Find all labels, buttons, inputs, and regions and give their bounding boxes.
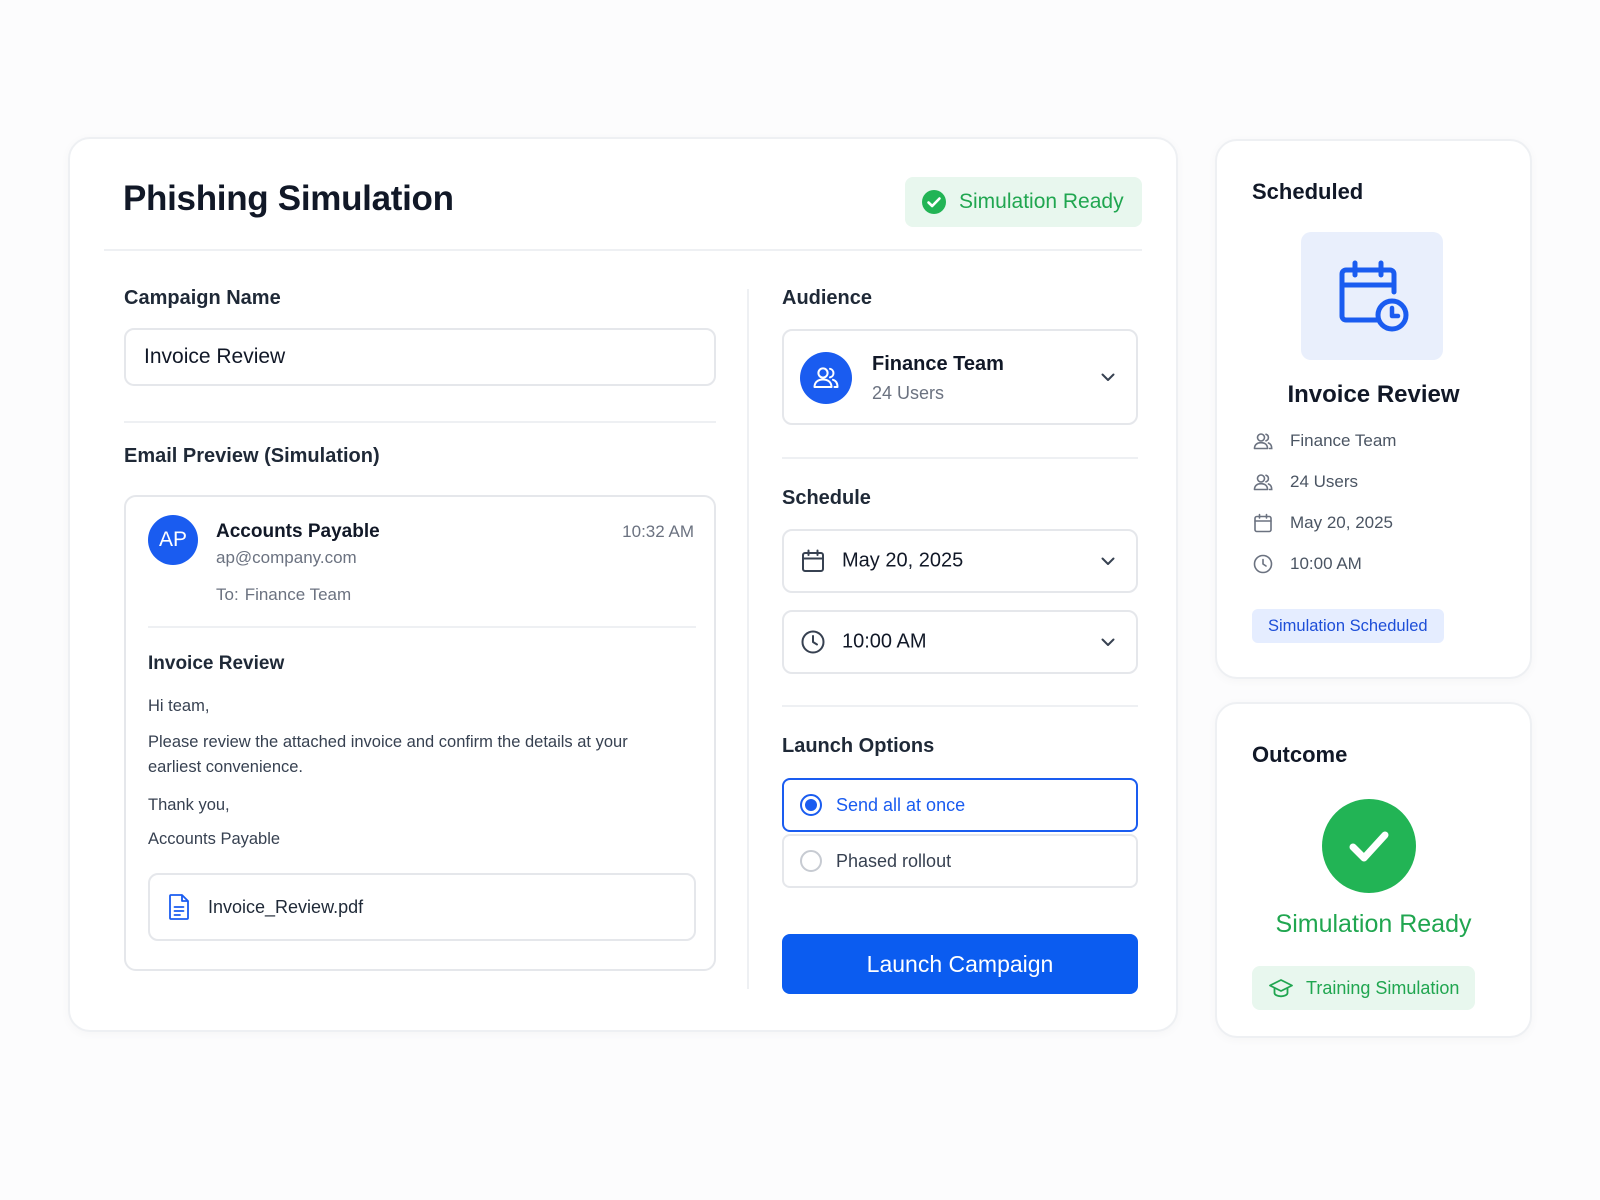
email-signature: Accounts Payable [148,830,281,848]
radio-send-all-at-once[interactable]: Send all at once [782,778,1138,832]
attachment-item[interactable]: Invoice_Review.pdf [148,873,696,941]
detail-audience: Finance Team [1252,430,1396,452]
audience-count: 24 Users [872,383,945,403]
launch-options-label: Launch Options [782,735,935,757]
radio-selected-icon [800,794,822,816]
outcome-card: Outcome Simulation Ready Training Simula… [1215,702,1532,1038]
scheduled-card: Scheduled Invoice Review Finance Team 24… [1215,139,1532,679]
campaign-name-label: Campaign Name [124,287,281,309]
scheduled-card-title: Scheduled [1252,179,1364,204]
time-value: 10:00 AM [842,630,927,653]
simulation-scheduled-badge: Simulation Scheduled [1252,609,1444,643]
status-badge: Simulation Ready [905,177,1142,227]
section-divider [782,457,1138,459]
email-greeting: Hi team, [148,697,210,715]
clock-icon [801,630,825,654]
email-signoff: Thank you, [148,796,230,814]
attachment-name: Invoice_Review.pdf [208,896,364,917]
users-icon [800,352,852,404]
detail-audience-value: Finance Team [1290,431,1397,450]
calendar-icon [1254,513,1272,533]
header-divider [104,249,1142,251]
detail-date-value: May 20, 2025 [1290,513,1394,532]
outcome-status: Simulation Ready [1275,910,1472,938]
email-recipient: To: Finance Team [216,585,351,605]
detail-users: 24 Users [1252,471,1358,493]
check-circle-icon [1322,799,1416,893]
radio-label: Phased rollout [836,850,952,871]
audience-label: Audience [782,287,873,309]
section-divider [782,705,1138,707]
check-circle-icon [922,190,946,214]
column-divider [747,289,749,989]
email-to-label: To: [216,585,239,604]
campaign-card: Phishing Simulation Simulation Ready Cam… [68,137,1178,1032]
scheduled-campaign-name: Invoice Review [1287,381,1460,408]
schedule-label: Schedule [782,487,871,509]
detail-time-value: 10:00 AM [1290,554,1362,573]
chevron-down-icon [1101,373,1115,381]
campaign-name-input[interactable]: Invoice Review [124,328,716,386]
file-icon [169,894,189,920]
sender-email: ap@company.com [216,548,357,567]
detail-date: May 20, 2025 [1252,512,1393,534]
email-preview-label: Email Preview (Simulation) [124,445,380,467]
calendar-icon [802,549,824,572]
launch-campaign-button[interactable]: Launch Campaign [782,934,1138,994]
calendar-clock-icon [1301,232,1443,360]
avatar: AP [148,515,198,565]
outcome-card-title: Outcome [1252,742,1348,767]
users-icon [1253,474,1273,491]
status-badge-label: Simulation Ready [959,190,1124,213]
training-simulation-badge: Training Simulation [1252,966,1476,1010]
clock-icon [1253,554,1273,574]
detail-time: 10:00 AM [1252,553,1362,575]
users-icon [1253,433,1273,450]
graduation-cap-icon [1269,979,1293,998]
audience-select[interactable]: Finance Team 24 Users [782,329,1138,425]
email-subject: Invoice Review [148,653,285,674]
sender-name: Accounts Payable [216,521,380,542]
date-value: May 20, 2025 [842,549,964,572]
audience-name: Finance Team [872,353,1004,375]
radio-unselected-icon [800,850,822,872]
date-select[interactable]: May 20, 2025 [782,529,1138,593]
radio-phased-rollout[interactable]: Phased rollout [782,834,1138,888]
email-to-value: Finance Team [244,585,352,604]
email-body: Please review the attached invoice and c… [148,733,628,776]
campaign-name-value: Invoice Review [144,345,286,368]
email-preview: AP Accounts Payable ap@company.com 10:32… [124,495,716,971]
training-badge-label: Training Simulation [1306,977,1460,998]
email-timestamp: 10:32 AM [622,522,694,541]
email-divider [148,626,696,628]
chevron-down-icon [1101,557,1115,565]
time-select[interactable]: 10:00 AM [782,610,1138,674]
section-divider [124,421,716,423]
chevron-down-icon [1101,638,1115,646]
page-title: Phishing Simulation [123,179,454,218]
detail-users-value: 24 Users [1290,472,1359,491]
radio-label: Send all at once [836,794,966,815]
